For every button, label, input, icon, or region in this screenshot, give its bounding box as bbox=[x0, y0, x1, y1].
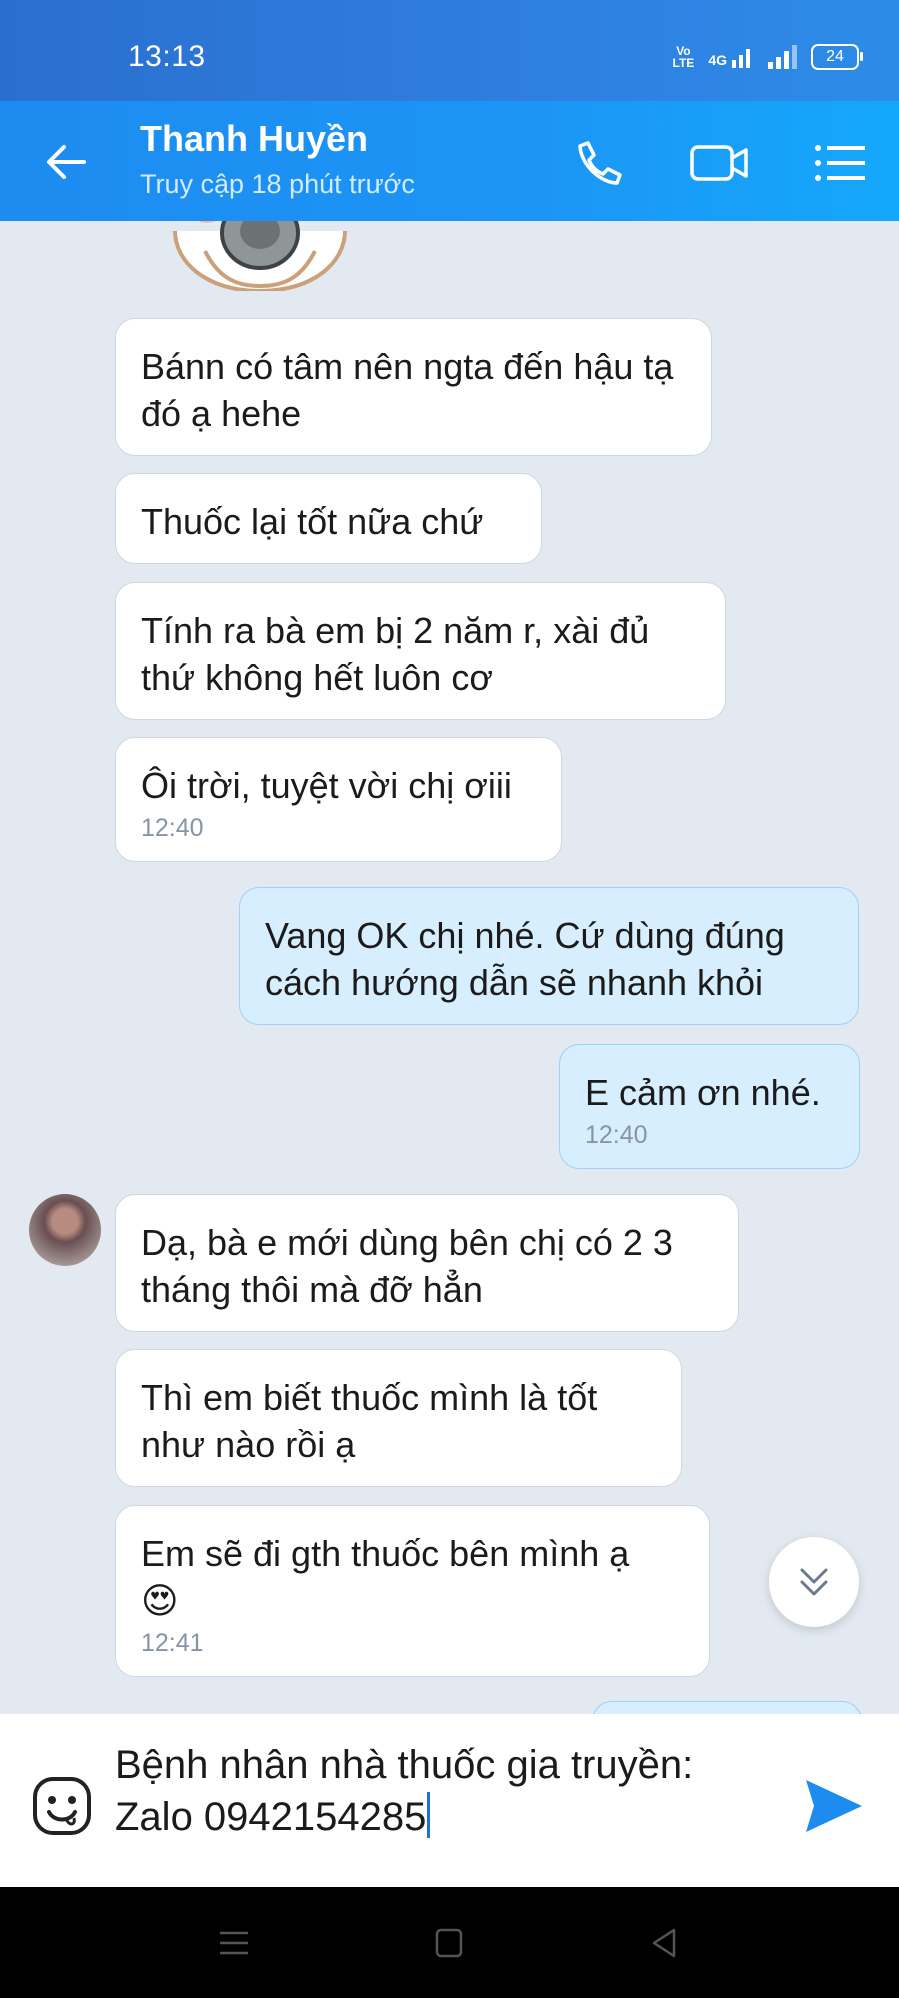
incoming-message-bubble[interactable]: Tính ra bà em bị 2 năm r, xài đủ thứ khô… bbox=[115, 582, 726, 720]
volte-icon: Vo LTE bbox=[672, 44, 695, 70]
message-text: Thuốc lại tốt nữa chứ bbox=[141, 501, 484, 542]
incoming-message-bubble[interactable]: Dạ, bà e mới dùng bên chị có 2 3 tháng t… bbox=[115, 1194, 739, 1332]
heart-eyes-emoji: 😍 bbox=[141, 1580, 179, 1621]
chat-header: Thanh Huyền Truy cập 18 phút trước bbox=[0, 101, 899, 221]
sticker-image[interactable] bbox=[165, 221, 355, 291]
message-text: Tính ra bà em bị 2 năm r, xài đủ thứ khô… bbox=[141, 610, 650, 698]
message-text: Dạ, bà e mới dùng bên chị có 2 3 tháng t… bbox=[141, 1222, 673, 1310]
incoming-message-bubble[interactable]: Ôi trời, tuyệt vời chị ơiii 12:40 bbox=[115, 737, 562, 862]
message-text: Vang OK chị nhé. Cứ dùng đúng cách hướng… bbox=[265, 915, 785, 1003]
send-icon[interactable] bbox=[802, 1774, 866, 1838]
message-text: Bánn có tâm nên ngta đến hậu tạ đó ạ heh… bbox=[141, 346, 674, 434]
message-time: 12:41 bbox=[141, 1629, 204, 1657]
outgoing-message-bubble[interactable]: Vang OK chị nhé. Cứ dùng đúng cách hướng… bbox=[239, 887, 859, 1025]
back-nav-icon[interactable] bbox=[646, 1925, 682, 1961]
phone-icon[interactable] bbox=[571, 135, 627, 191]
incoming-message-bubble[interactable]: Bánn có tâm nên ngta đến hậu tạ đó ạ heh… bbox=[115, 318, 712, 456]
message-composer: Bệnh nhân nhà thuốc gia truyền: Zalo 094… bbox=[0, 1714, 899, 1887]
message-text: E cảm ơn nhé. bbox=[585, 1072, 821, 1113]
menu-list-icon[interactable] bbox=[812, 135, 868, 191]
status-time: 13:13 bbox=[128, 40, 206, 73]
contact-last-seen: Truy cập 18 phút trước bbox=[140, 169, 415, 199]
status-bar: 13:13 Vo LTE 4G 24 bbox=[0, 0, 899, 101]
text-caret bbox=[427, 1792, 431, 1838]
incoming-message-bubble[interactable]: Thuốc lại tốt nữa chứ bbox=[115, 473, 542, 564]
outgoing-message-bubble[interactable]: E cảm ơn nhé. 12:40 bbox=[559, 1044, 860, 1169]
message-time: 12:40 bbox=[585, 1121, 648, 1149]
contact-avatar[interactable] bbox=[29, 1194, 101, 1266]
message-time: 12:40 bbox=[141, 814, 204, 842]
message-text: Em sẽ đi gth thuốc bên mình ạ bbox=[141, 1533, 630, 1574]
contact-name[interactable]: Thanh Huyền bbox=[140, 118, 368, 160]
home-icon[interactable] bbox=[431, 1925, 467, 1961]
incoming-message-bubble[interactable]: Thì em biết thuốc mình là tốt như nào rồ… bbox=[115, 1349, 682, 1487]
incoming-message-bubble[interactable]: Em sẽ đi gth thuốc bên mình ạ 😍 12:41 bbox=[115, 1505, 710, 1677]
battery-icon: 24 bbox=[811, 44, 863, 70]
back-arrow-icon[interactable] bbox=[40, 136, 92, 188]
outgoing-message-bubble-partial[interactable] bbox=[592, 1701, 862, 1714]
signal-icon bbox=[768, 45, 797, 69]
chevron-double-down-icon bbox=[800, 1568, 828, 1596]
network-4g-icon: 4G bbox=[708, 46, 753, 68]
scroll-to-bottom-button[interactable] bbox=[769, 1537, 859, 1627]
video-call-icon[interactable] bbox=[688, 135, 750, 191]
status-icons: Vo LTE 4G 24 bbox=[672, 44, 863, 70]
message-input[interactable]: Bệnh nhân nhà thuốc gia truyền: Zalo 094… bbox=[115, 1739, 765, 1843]
emoji-icon[interactable] bbox=[30, 1774, 94, 1838]
recent-apps-icon[interactable] bbox=[216, 1925, 252, 1961]
system-nav-bar bbox=[0, 1887, 899, 1998]
message-text: Thì em biết thuốc mình là tốt như nào rồ… bbox=[141, 1377, 598, 1465]
chat-messages[interactable]: Bánn có tâm nên ngta đến hậu tạ đó ạ heh… bbox=[0, 221, 899, 1714]
message-text: Ôi trời, tuyệt vời chị ơiii bbox=[141, 765, 512, 806]
